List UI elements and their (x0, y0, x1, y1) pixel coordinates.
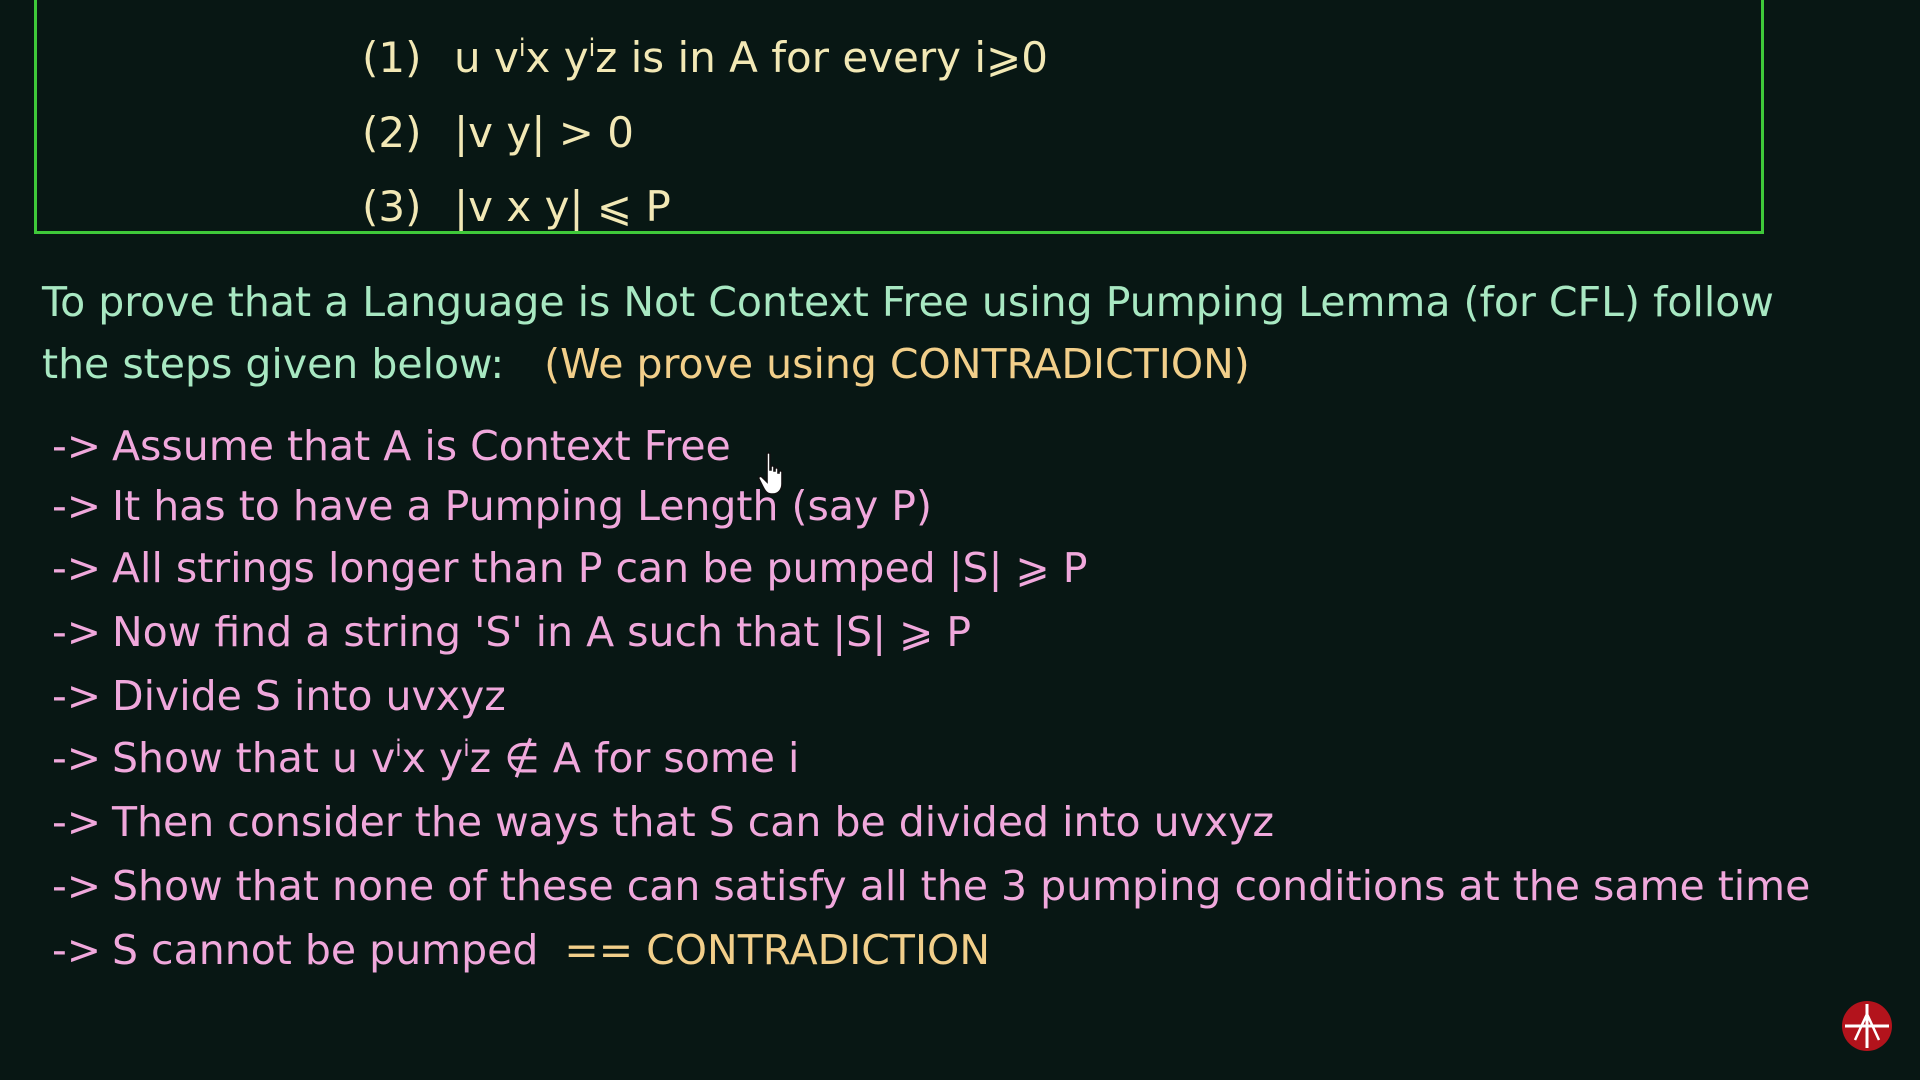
arrow-icon: -> (52, 798, 102, 846)
step-4: -> Now find a string 'S' in A such that |… (52, 612, 971, 653)
condition-number: (1) (362, 33, 422, 82)
condition-number: (3) (362, 182, 422, 231)
arrow-icon: -> (52, 482, 102, 530)
step-8: -> Show that none of these can satisfy al… (52, 866, 1810, 907)
condition-3: (3) |v x y| ⩽ P (362, 186, 671, 228)
step-text: Show that u v (112, 734, 396, 782)
step-text: x y (401, 734, 464, 782)
condition-text: u v (454, 33, 519, 82)
channel-logo-icon (1842, 1001, 1892, 1051)
step-text: Divide S into uvxyz (112, 672, 506, 720)
step-text: Assume that A is Context Free (112, 422, 731, 470)
step-6: -> Show that u vix yiz ∉ A for some i (52, 738, 799, 779)
condition-text: |v y| > 0 (454, 108, 634, 157)
condition-text: x y (525, 33, 589, 82)
superscript: i (518, 34, 526, 62)
step-text: Show that none of these can satisfy all … (112, 862, 1811, 910)
step-text: All strings longer than P can be pumped … (112, 544, 1088, 592)
step-text: z ∉ A for some i (469, 734, 800, 782)
arrow-icon: -> (52, 422, 102, 470)
step-text: Then consider the ways that S can be div… (112, 798, 1274, 846)
whiteboard: (1) u vix yiz is in A for every i⩾0 (2) |v… (0, 0, 1920, 1080)
contradiction-note: (We prove using CONTRADICTION) (544, 340, 1250, 388)
intro-line-1: To prove that a Language is Not Context … (42, 278, 1774, 326)
arrow-icon: -> (52, 672, 102, 720)
hand-pointer-icon (758, 452, 783, 495)
step-5: -> Divide S into uvxyz (52, 676, 506, 717)
step-9: -> S cannot be pumped == CONTRADICTION (52, 930, 990, 971)
step-text: S cannot be pumped (112, 926, 539, 974)
step-3: -> All strings longer than P can be pumpe… (52, 548, 1088, 589)
intro-text: the steps given below: (42, 340, 505, 388)
arrow-icon: -> (52, 926, 102, 974)
step-text: It has to have a Pumping Length (say P) (112, 482, 933, 530)
arrow-icon: -> (52, 608, 102, 656)
step-2: -> It has to have a Pumping Length (say P… (52, 486, 932, 527)
step-1: -> Assume that A is Context Free (52, 426, 731, 467)
arrow-icon: -> (52, 544, 102, 592)
condition-2: (2) |v y| > 0 (362, 112, 634, 154)
intro-line-2: the steps given below: (We prove using CO… (42, 344, 1250, 385)
condition-1: (1) u vix yiz is in A for every i⩾0 (362, 36, 1048, 79)
step-7: -> Then consider the ways that S can be d… (52, 802, 1274, 843)
arrow-icon: -> (52, 862, 102, 910)
condition-number: (2) (362, 108, 422, 157)
condition-text: z is in A for every i⩾0 (595, 33, 1048, 82)
step-text: Now find a string 'S' in A such that |S|… (112, 608, 972, 656)
arrow-icon: -> (52, 734, 102, 782)
contradiction-label: == CONTRADICTION (564, 926, 991, 974)
condition-text: |v x y| ⩽ P (454, 182, 671, 231)
